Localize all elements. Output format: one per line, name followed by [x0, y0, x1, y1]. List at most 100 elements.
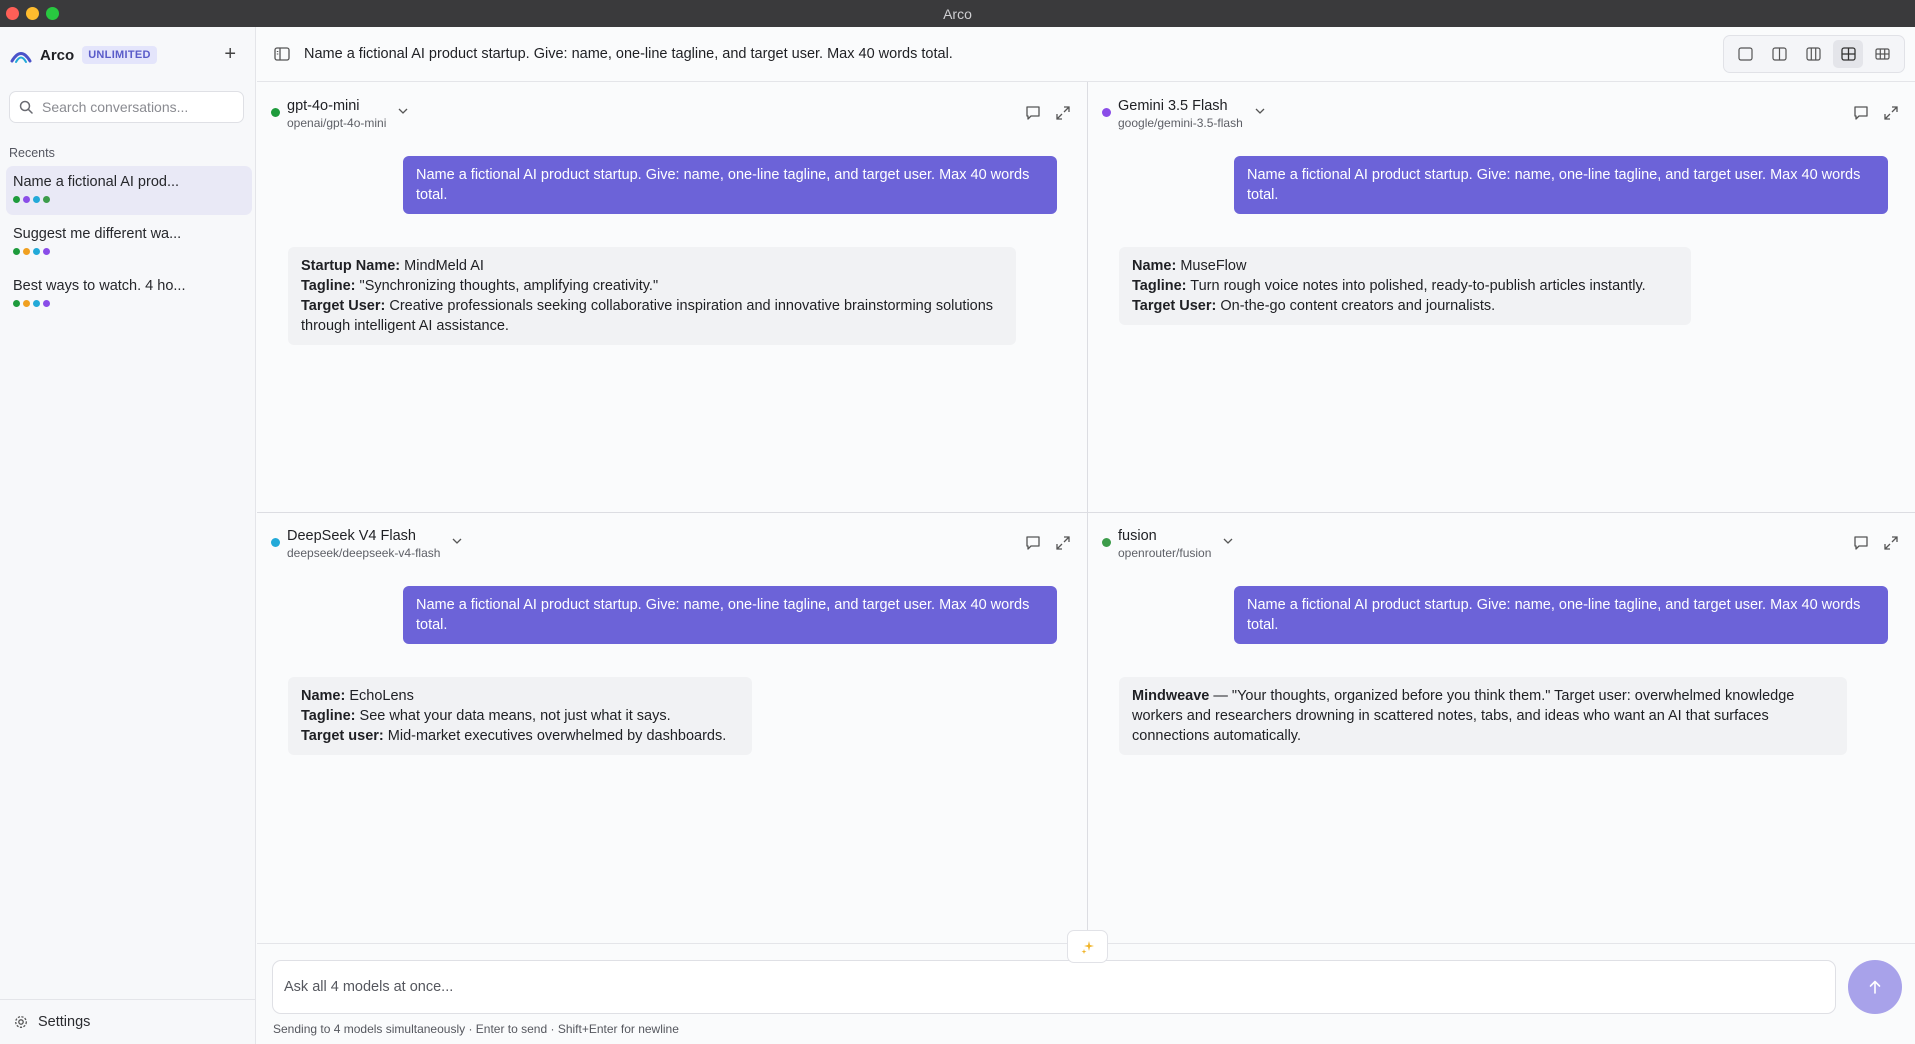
model-status-dot: [1102, 108, 1111, 117]
model-name: Gemini 3.5 Flash: [1118, 98, 1228, 114]
user-message: Name a fictional AI product startup. Giv…: [403, 586, 1057, 644]
layout-grid-3x2-button[interactable]: [1868, 40, 1898, 68]
chevron-down-icon[interactable]: [452, 538, 462, 544]
minimize-window-button[interactable]: [26, 7, 39, 20]
conversation-title-header: Name a fictional AI product startup. Giv…: [304, 46, 953, 62]
expand-icon: [1884, 106, 1898, 120]
reply-line: Name: EchoLens: [301, 686, 739, 706]
model-dot: [23, 196, 30, 203]
layout-grid-3x2-icon: [1875, 48, 1890, 60]
zoom-window-button[interactable]: [46, 7, 59, 20]
sparkle-icon: [1081, 940, 1094, 954]
conversation-item[interactable]: Name a fictional AI prod...: [6, 166, 252, 215]
model-pane-fusion: fusion openrouter/fusion Name a fictiona…: [1088, 513, 1915, 943]
window-controls: [6, 7, 59, 20]
model-selector[interactable]: fusion openrouter/fusion: [1102, 527, 1233, 561]
pane-tools: [1853, 105, 1899, 125]
model-name: fusion: [1118, 528, 1157, 544]
layout-two-column-button[interactable]: [1765, 40, 1795, 68]
model-dots: [13, 196, 245, 203]
chevron-down-icon[interactable]: [1255, 108, 1265, 114]
model-pane-deepseek-v4-flash: DeepSeek V4 Flash deepseek/deepseek-v4-f…: [257, 513, 1087, 943]
comment-icon: [1854, 536, 1868, 550]
model-reply: Mindweave — "Your thoughts, organized be…: [1119, 677, 1847, 755]
conversation-title: Name a fictional AI prod...: [13, 174, 180, 190]
search-box: [9, 91, 244, 123]
composer-hint: Sending to 4 models simultaneously · Ent…: [273, 1022, 679, 1036]
enhance-prompt-button[interactable]: [1067, 930, 1108, 963]
brand-row: Arco UNLIMITED +: [10, 41, 246, 69]
model-dot: [33, 300, 40, 307]
conversation-item[interactable]: Best ways to watch. 4 ho...: [6, 270, 252, 319]
new-chat-button[interactable]: +: [224, 43, 236, 66]
comment-button[interactable]: [1853, 535, 1869, 555]
model-selector[interactable]: Gemini 3.5 Flash google/gemini-3.5-flash: [1102, 97, 1265, 131]
model-dot: [43, 196, 50, 203]
model-dots: [13, 248, 245, 255]
reply-text: MuseFlow: [1176, 258, 1247, 274]
user-message: Name a fictional AI product startup. Giv…: [403, 156, 1057, 214]
reply-line: Tagline: Turn rough voice notes into pol…: [1132, 276, 1678, 296]
layout-grid-2x2-button[interactable]: [1833, 40, 1864, 68]
search-icon: [19, 100, 33, 114]
model-pane-gemini-3-5-flash: Gemini 3.5 Flash google/gemini-3.5-flash…: [1088, 83, 1915, 512]
send-button[interactable]: [1848, 960, 1902, 1014]
expand-icon: [1056, 106, 1070, 120]
chevron-down-icon[interactable]: [398, 108, 408, 114]
model-dot: [13, 248, 20, 255]
comment-button[interactable]: [1025, 535, 1041, 555]
conversation-title: Suggest me different wa...: [13, 226, 182, 242]
reply-text: Creative professionals seeking collabora…: [301, 298, 994, 334]
close-window-button[interactable]: [6, 7, 19, 20]
model-reply: Startup Name: MindMeld AI Tagline: "Sync…: [288, 247, 1016, 345]
recents-label: Recents: [9, 146, 55, 160]
sidebar-toggle-icon[interactable]: [274, 47, 290, 61]
model-id: openrouter/fusion: [1118, 546, 1212, 560]
reply-label: Name:: [301, 688, 346, 704]
model-selector[interactable]: DeepSeek V4 Flash deepseek/deepseek-v4-f…: [271, 527, 462, 561]
model-name: gpt-4o-mini: [287, 98, 360, 114]
expand-button[interactable]: [1055, 105, 1071, 125]
reply-line: Name: MuseFlow: [1132, 256, 1678, 276]
layout-three-column-button[interactable]: [1799, 40, 1829, 68]
chevron-down-icon[interactable]: [1223, 538, 1233, 544]
model-status-dot: [271, 538, 280, 547]
arco-logo-icon: [10, 52, 32, 63]
comment-icon: [1026, 536, 1040, 550]
model-dot: [23, 300, 30, 307]
reply-label: Mindweave: [1132, 688, 1210, 704]
comment-button[interactable]: [1853, 105, 1869, 125]
user-message: Name a fictional AI product startup. Giv…: [1234, 156, 1888, 214]
comment-icon: [1854, 106, 1868, 120]
model-pane-gpt-4o-mini: gpt-4o-mini openai/gpt-4o-mini Name a fi…: [257, 83, 1087, 512]
reply-label: Tagline:: [301, 708, 356, 724]
conversation-item[interactable]: Suggest me different wa...: [6, 218, 252, 267]
model-dot: [23, 248, 30, 255]
gear-icon: [15, 1016, 27, 1028]
expand-button[interactable]: [1883, 535, 1899, 555]
model-status-dot: [1102, 538, 1111, 547]
settings-button[interactable]: Settings: [0, 999, 256, 1044]
reply-label: Target user:: [301, 728, 384, 744]
model-dot: [33, 196, 40, 203]
layout-single-button[interactable]: [1730, 40, 1760, 68]
model-selector[interactable]: gpt-4o-mini openai/gpt-4o-mini: [271, 97, 408, 131]
reply-label: Target User:: [301, 298, 386, 314]
expand-button[interactable]: [1055, 535, 1071, 555]
expand-icon: [1056, 536, 1070, 550]
search-input[interactable]: [42, 99, 232, 115]
reply-label: Name:: [1132, 258, 1177, 274]
model-dot: [13, 300, 20, 307]
comment-button[interactable]: [1025, 105, 1041, 125]
reply-label: Startup Name:: [301, 258, 401, 274]
reply-label: Target User:: [1132, 298, 1217, 314]
window-titlebar: Arco: [0, 0, 1915, 27]
sidebar: Arco UNLIMITED + Recents Name a fictiona…: [0, 27, 256, 1044]
reply-text: EchoLens: [345, 688, 414, 704]
model-dots: [13, 300, 245, 307]
message-input[interactable]: [284, 979, 1824, 995]
expand-button[interactable]: [1883, 105, 1899, 125]
layout-switcher: [1723, 35, 1905, 73]
reply-line: Target User: On-the-go content creators …: [1132, 296, 1678, 316]
window-title: Arco: [943, 5, 972, 22]
